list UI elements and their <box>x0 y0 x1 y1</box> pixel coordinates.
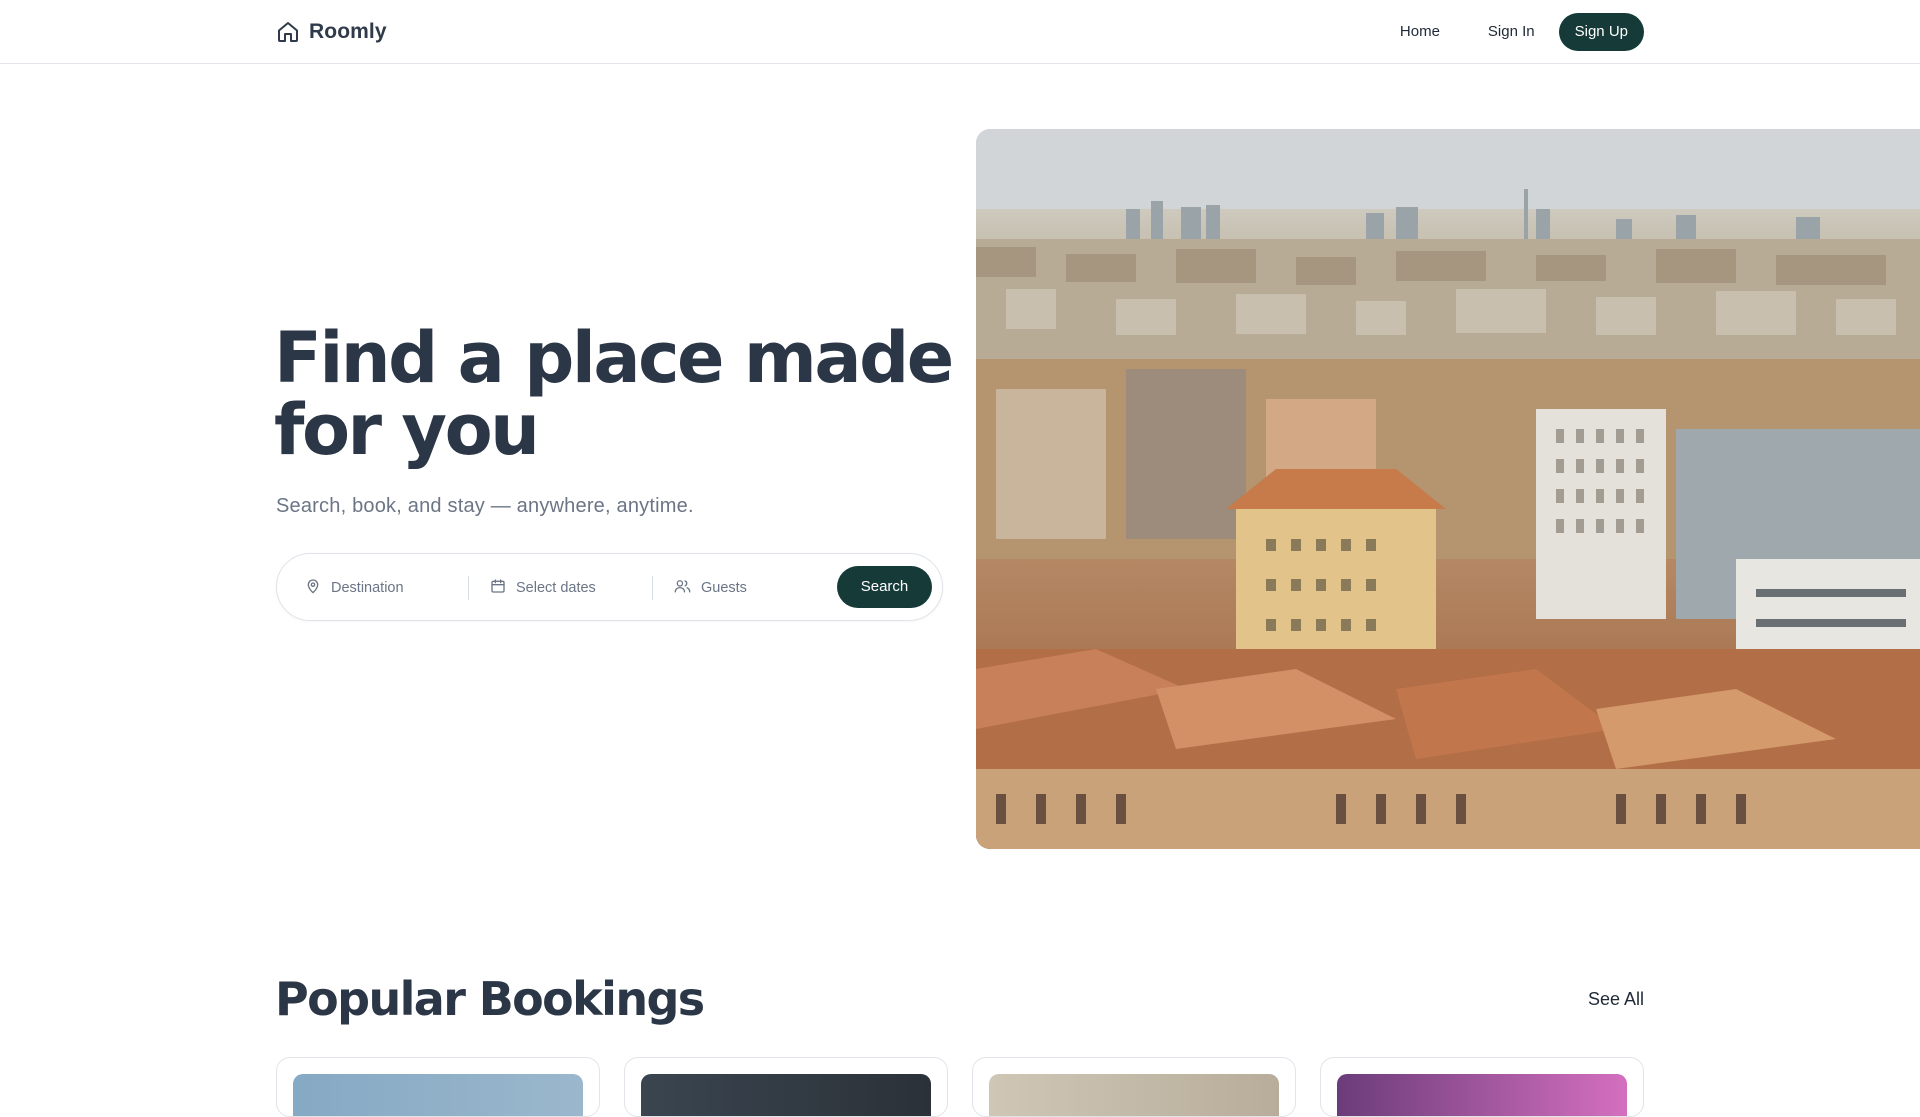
search-divider <box>652 576 653 600</box>
brand-logo[interactable]: Roomly <box>276 18 387 46</box>
home-icon <box>276 20 300 44</box>
dates-placeholder: Select dates <box>516 580 596 596</box>
city-skyline-illustration <box>976 129 1920 849</box>
hero-city-image <box>976 129 1920 849</box>
guests-placeholder: Guests <box>701 580 747 596</box>
search-button[interactable]: Search <box>837 566 932 608</box>
see-all-link[interactable]: See All <box>1588 989 1644 1010</box>
search-bar: Destination Select dates Guests Search <box>276 553 943 621</box>
booking-card-image <box>989 1074 1279 1116</box>
booking-card[interactable] <box>624 1057 948 1117</box>
main-nav: Home Sign In Sign Up <box>1376 13 1644 51</box>
calendar-icon <box>490 578 506 598</box>
booking-card[interactable] <box>276 1057 600 1117</box>
brand-name: Roomly <box>309 20 387 43</box>
sign-in-link[interactable]: Sign In <box>1464 13 1559 51</box>
sign-up-button[interactable]: Sign Up <box>1558 13 1644 51</box>
top-nav-bar: Roomly Home Sign In Sign Up <box>0 0 1920 64</box>
hero-title: Find a place made for you <box>274 317 954 471</box>
destination-field[interactable]: Destination <box>305 554 455 622</box>
dates-field[interactable]: Select dates <box>490 554 640 622</box>
booking-card[interactable] <box>1320 1057 1644 1117</box>
hero-subtitle: Search, book, and stay — anywhere, anyti… <box>276 495 694 517</box>
booking-card-image <box>293 1074 583 1116</box>
destination-placeholder: Destination <box>331 580 404 596</box>
popular-bookings-title: Popular Bookings <box>275 972 705 1026</box>
booking-card-image <box>641 1074 931 1116</box>
search-divider <box>468 576 469 600</box>
guests-field[interactable]: Guests <box>674 554 824 622</box>
booking-card[interactable] <box>972 1057 1296 1117</box>
booking-card-image <box>1337 1074 1627 1116</box>
nav-home-link[interactable]: Home <box>1376 13 1464 51</box>
users-icon <box>674 578 691 598</box>
map-pin-icon <box>305 578 321 598</box>
